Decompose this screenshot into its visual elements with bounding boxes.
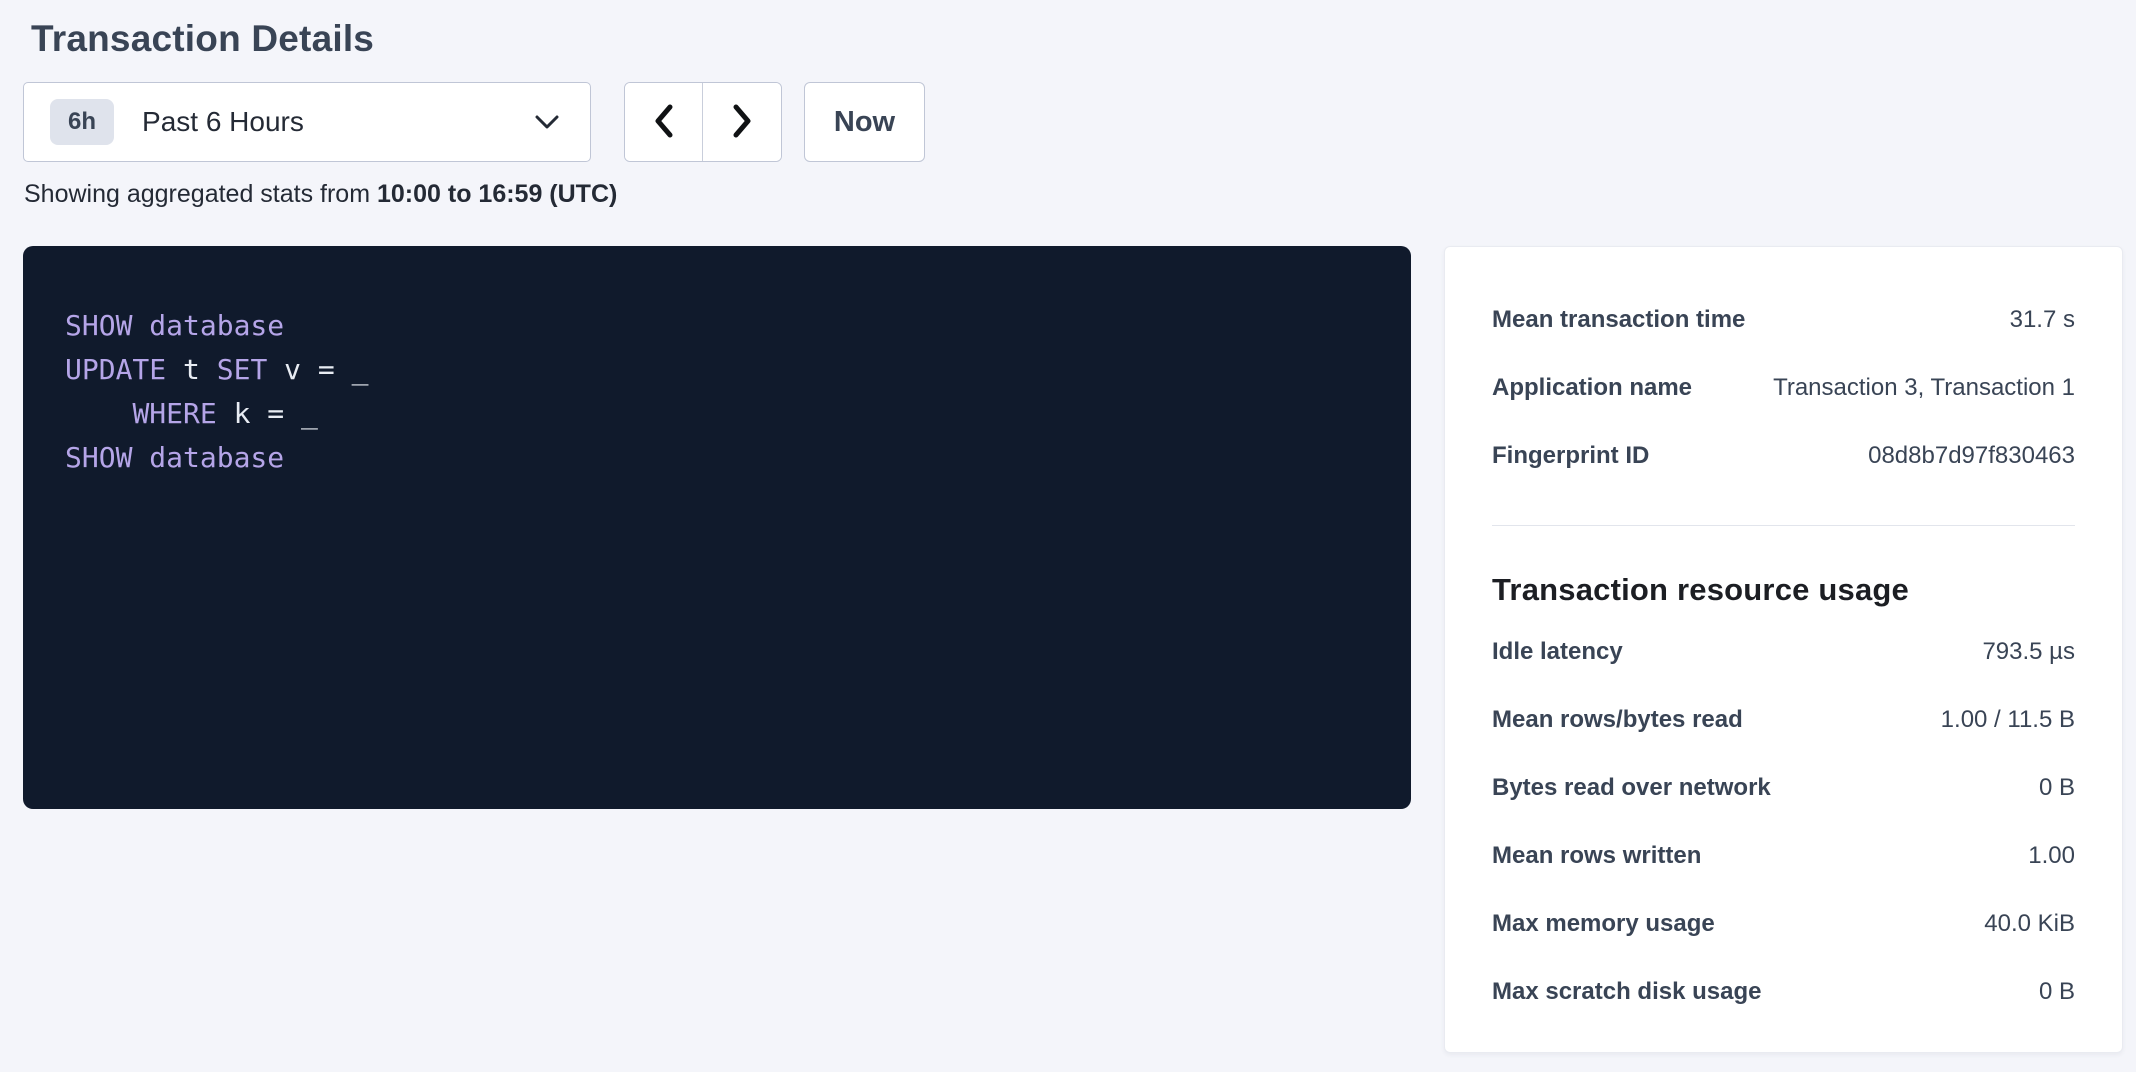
sql-statement-box: SHOW database UPDATE t SET v = _ WHERE k … (23, 246, 1411, 809)
resource-row: Max scratch disk usage 0 B (1492, 958, 2075, 1026)
stat-value: 31.7 s (2010, 306, 2075, 334)
resource-row: Mean rows written 1.00 (1492, 822, 2075, 890)
stat-value: 0 B (2039, 978, 2075, 1006)
sql-keyword: SHOW database (65, 309, 284, 342)
transaction-details-card: Mean transaction time 31.7 s Application n… (1444, 246, 2123, 1053)
stat-value: 1.00 / 11.5 B (1941, 706, 2075, 734)
stat-label: Mean transaction time (1492, 306, 1745, 334)
summary-section: Mean transaction time 31.7 s Application n… (1492, 286, 2075, 490)
time-range-label: Past 6 Hours (142, 106, 534, 138)
stat-label: Mean rows/bytes read (1492, 706, 1743, 734)
resource-row: Idle latency 793.5 µs (1492, 618, 2075, 686)
resource-row: Bytes read over network 0 B (1492, 754, 2075, 822)
stat-value: 1.00 (2028, 842, 2075, 870)
sql-keyword: WHERE (132, 397, 216, 430)
stat-value: 793.5 µs (1982, 638, 2075, 666)
stat-label: Application name (1492, 374, 1692, 402)
resource-row: Mean rows/bytes read 1.00 / 11.5 B (1492, 686, 2075, 754)
stat-value: 0 B (2039, 774, 2075, 802)
subtitle-range: 10:00 to 16:59 (UTC) (377, 180, 617, 208)
stat-value: 40.0 KiB (1984, 910, 2075, 938)
chevron-left-icon (649, 101, 679, 144)
card-divider (1492, 525, 2075, 526)
stat-label: Idle latency (1492, 638, 1623, 666)
transaction-details-page: Transaction Details 6h Past 6 Hours (0, 0, 2136, 1053)
prev-range-button[interactable] (625, 83, 703, 161)
sql-keyword: SET (217, 353, 268, 386)
sql-line: SHOW database (65, 304, 1381, 348)
stat-label: Mean rows written (1492, 842, 1701, 870)
stat-label: Fingerprint ID (1492, 442, 1649, 470)
subtitle-prefix: Showing aggregated stats from (24, 180, 377, 208)
sql-line: SHOW database (65, 436, 1381, 480)
stat-label: Bytes read over network (1492, 774, 1771, 802)
sql-identifier: t (166, 353, 217, 386)
time-controls: 6h Past 6 Hours (23, 82, 2123, 162)
sql-keyword: UPDATE (65, 353, 166, 386)
aggregation-subtitle: Showing aggregated stats from 10:00 to 1… (24, 180, 2123, 209)
page-title: Transaction Details (31, 16, 2123, 62)
stat-label: Max memory usage (1492, 910, 1715, 938)
summary-row: Mean transaction time 31.7 s (1492, 286, 2075, 354)
resource-usage-section: Idle latency 793.5 µs Mean rows/bytes read… (1492, 618, 2075, 1026)
chevron-down-icon (534, 113, 560, 131)
summary-row: Application name Transaction 3, Transacti… (1492, 354, 2075, 422)
sql-identifier (65, 397, 132, 430)
sql-identifier: v = _ (267, 353, 368, 386)
sql-line: UPDATE t SET v = _ (65, 348, 1381, 392)
main-content: SHOW database UPDATE t SET v = _ WHERE k … (23, 246, 2123, 1053)
sql-identifier: k = _ (217, 397, 318, 430)
now-button[interactable]: Now (804, 82, 925, 162)
time-range-badge: 6h (50, 99, 114, 145)
next-range-button[interactable] (703, 83, 781, 161)
resource-row: Max memory usage 40.0 KiB (1492, 890, 2075, 958)
chevron-right-icon (727, 101, 757, 144)
time-range-nav (624, 82, 782, 162)
resource-usage-heading: Transaction resource usage (1492, 572, 2075, 608)
sql-line: WHERE k = _ (65, 392, 1381, 436)
time-range-dropdown[interactable]: 6h Past 6 Hours (23, 82, 591, 162)
sql-keyword: SHOW database (65, 441, 284, 474)
stat-value: 08d8b7d97f830463 (1868, 442, 2075, 470)
stat-label: Max scratch disk usage (1492, 978, 1761, 1006)
stat-value: Transaction 3, Transaction 1 (1773, 374, 2075, 402)
summary-row: Fingerprint ID 08d8b7d97f830463 (1492, 422, 2075, 490)
